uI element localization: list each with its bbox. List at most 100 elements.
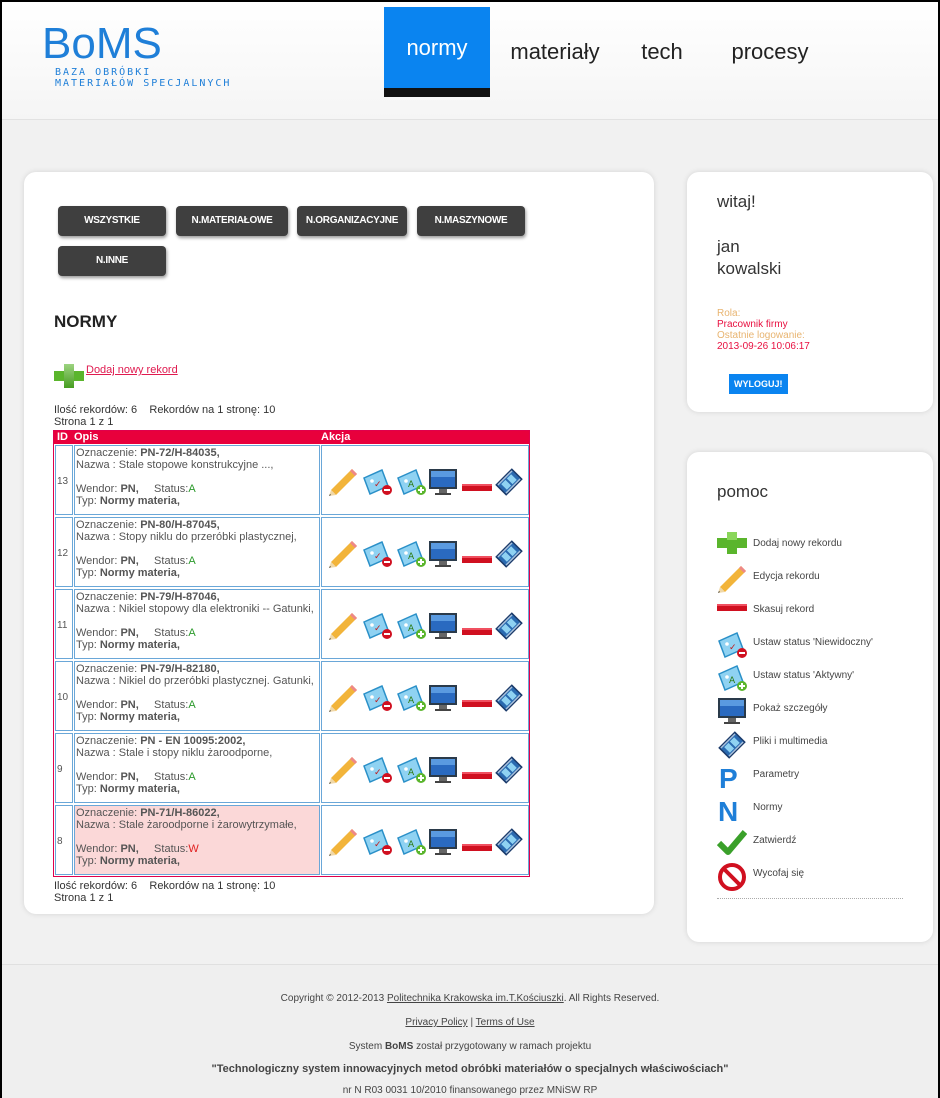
- monitor-icon: [428, 541, 458, 572]
- svg-text:N: N: [718, 796, 738, 824]
- monitor-icon: [717, 697, 747, 729]
- delete-record-button[interactable]: [462, 766, 492, 785]
- nav-tech[interactable]: tech: [632, 7, 692, 97]
- show-details-button[interactable]: [428, 756, 458, 788]
- user-last-name: kowalski: [717, 259, 782, 278]
- privacy-policy-link[interactable]: Privacy Policy: [405, 1017, 467, 1028]
- set-active-button[interactable]: A: [396, 540, 428, 572]
- set-active-button[interactable]: A: [396, 468, 428, 500]
- set-hidden-button[interactable]: ✓: [362, 828, 394, 860]
- show-details-button[interactable]: [428, 540, 458, 572]
- set-active-button[interactable]: A: [396, 828, 428, 860]
- delete-record-button[interactable]: [462, 838, 492, 857]
- status-active-icon: A: [717, 664, 749, 696]
- row-id: 13: [55, 445, 73, 515]
- logout-button[interactable]: WYLOGUJ!: [729, 374, 788, 394]
- status-hidden-icon: ✓: [362, 828, 394, 860]
- site-footer: Copyright © 2012-2013 Politechnika Krako…: [2, 964, 938, 1098]
- filter-other-button[interactable]: N.INNE: [58, 246, 166, 276]
- edit-record-button[interactable]: [328, 468, 358, 500]
- role-label: Rola:: [717, 308, 741, 319]
- norms-panel: WSZYSTKIE N.MATERIAŁOWE N.ORGANIZACYJNE …: [24, 172, 654, 914]
- svg-text:P: P: [719, 763, 738, 791]
- set-hidden-button[interactable]: ✓: [362, 684, 394, 716]
- status-active-icon: A: [396, 540, 428, 572]
- show-details-button[interactable]: [428, 468, 458, 500]
- set-hidden-button[interactable]: ✓: [362, 540, 394, 572]
- show-details-button[interactable]: [428, 612, 458, 644]
- help-item: Pokaż szczegóły: [717, 697, 927, 725]
- copyright: Copyright © 2012-2013 Politechnika Krako…: [2, 993, 938, 1004]
- edit-record-button[interactable]: [328, 612, 358, 644]
- files-multimedia-button[interactable]: [494, 539, 524, 573]
- delete-record-button[interactable]: [462, 694, 492, 713]
- help-item: Wycofaj się: [717, 862, 927, 891]
- status-hidden-icon: ✓: [362, 756, 394, 788]
- svg-text:A: A: [408, 552, 415, 562]
- edit-record-button[interactable]: [328, 756, 358, 788]
- edit-record-button[interactable]: [328, 540, 358, 572]
- set-active-button[interactable]: A: [396, 612, 428, 644]
- add-record-label[interactable]: Dodaj nowy rekord: [86, 364, 178, 376]
- minus-icon: [717, 598, 747, 617]
- plus-icon: [54, 364, 84, 392]
- help-item: Dodaj nowy rekordu: [717, 532, 927, 560]
- filter-material-button[interactable]: N.MATERIAŁOWE: [176, 206, 288, 236]
- edit-record-button[interactable]: [328, 684, 358, 716]
- row-actions: ✓ A: [321, 661, 529, 731]
- pencil-icon: [328, 469, 358, 500]
- status-hidden-icon: ✓: [362, 684, 394, 716]
- help-item-label: Edycja rekordu: [753, 571, 820, 582]
- delete-record-button[interactable]: [462, 622, 492, 641]
- nav-normy[interactable]: normy: [384, 7, 490, 97]
- table-row: 9 Oznaczenie: PN - EN 10095:2002, Nazwa : …: [54, 732, 529, 804]
- filter-organizational-button[interactable]: N.ORGANIZACYJNE: [297, 206, 407, 236]
- files-multimedia-button[interactable]: [494, 827, 524, 861]
- plus-icon: [717, 532, 747, 558]
- table-row: 8 Oznaczenie: PN-71/H-86022, Nazwa : Stale…: [54, 804, 529, 876]
- show-details-button[interactable]: [428, 828, 458, 860]
- page-indicator: Strona 1 z 1: [54, 416, 114, 428]
- minus-icon: [462, 478, 492, 497]
- set-hidden-button[interactable]: ✓: [362, 756, 394, 788]
- edit-record-button[interactable]: [328, 828, 358, 860]
- svg-text:A: A: [408, 768, 415, 778]
- university-link[interactable]: Politechnika Krakowska im.T.Kościuszki: [387, 993, 564, 1004]
- help-item-label: Parametry: [753, 769, 800, 780]
- show-details-button[interactable]: [428, 684, 458, 716]
- delete-record-button[interactable]: [462, 550, 492, 569]
- record-count-bottom: Ilość rekordów: 6 Rekordów na 1 stronę: …: [54, 880, 276, 892]
- files-multimedia-button[interactable]: [494, 755, 524, 789]
- page-title: NORMY: [54, 312, 118, 331]
- svg-text:✓: ✓: [374, 480, 382, 490]
- help-item: N Normy: [717, 796, 927, 827]
- copyright-text: Copyright © 2012-2013: [280, 993, 387, 1004]
- files-multimedia-button[interactable]: [494, 467, 524, 501]
- row-id: 9: [55, 733, 73, 803]
- nav-materialy[interactable]: materiały: [502, 7, 608, 97]
- help-item-label: Normy: [753, 802, 783, 813]
- pencil-icon: [717, 565, 747, 597]
- files-multimedia-button[interactable]: [494, 683, 524, 717]
- pencil-icon: [328, 541, 358, 572]
- svg-text:A: A: [408, 840, 415, 850]
- set-active-button[interactable]: A: [396, 756, 428, 788]
- project-title: "Technologiczny system innowacyjnych met…: [2, 1063, 938, 1075]
- status-active-icon: A: [396, 828, 428, 860]
- filter-machine-button[interactable]: N.MASZYNOWE: [417, 206, 525, 236]
- set-hidden-button[interactable]: ✓: [362, 468, 394, 500]
- status-hidden-icon: ✓: [362, 468, 394, 500]
- copyright-suffix: . All Rights Reserved.: [563, 993, 660, 1004]
- set-active-button[interactable]: A: [396, 684, 428, 716]
- nav-procesy[interactable]: procesy: [722, 7, 818, 97]
- n-letter-icon: N: [717, 796, 741, 828]
- files-multimedia-button[interactable]: [494, 611, 524, 645]
- svg-text:✓: ✓: [374, 552, 382, 562]
- set-hidden-button[interactable]: ✓: [362, 612, 394, 644]
- terms-of-use-link[interactable]: Terms of Use: [476, 1017, 535, 1028]
- logo[interactable]: BoMS BAZA OBRÓBKI MATERIAŁÓW SPECJALNYCH: [42, 22, 231, 90]
- delete-record-button[interactable]: [462, 478, 492, 497]
- filter-all-button[interactable]: WSZYSTKIE: [58, 206, 166, 236]
- row-actions: ✓ A: [321, 589, 529, 659]
- row-actions: ✓ A: [321, 805, 529, 875]
